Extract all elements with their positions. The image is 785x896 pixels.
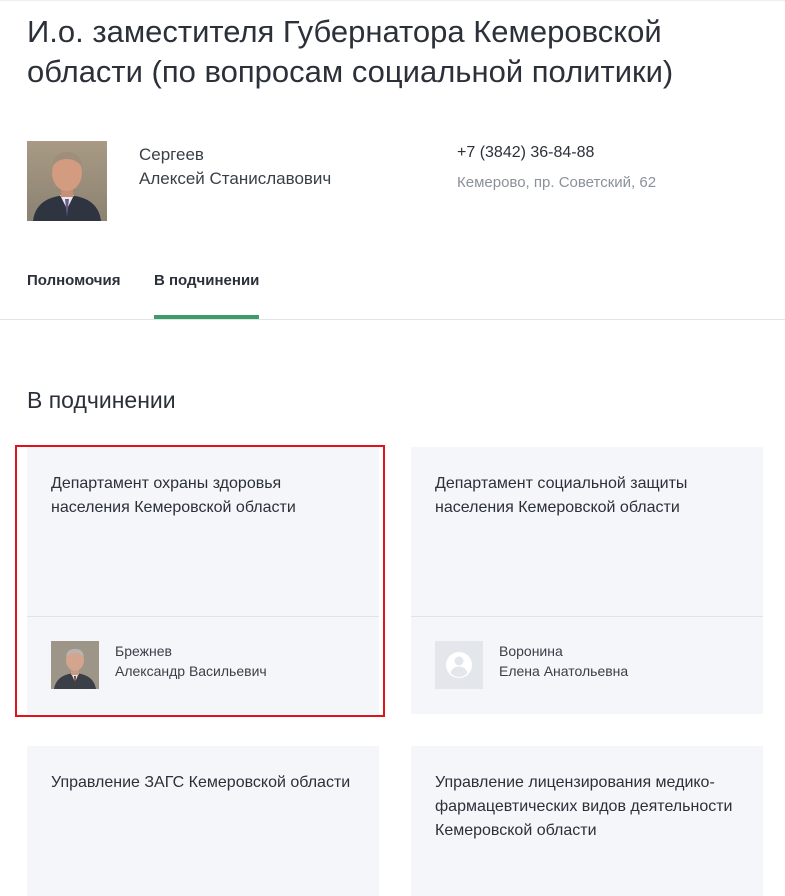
head-first-middle-name: Александр Васильевич: [115, 663, 267, 679]
section-title: В подчинении: [27, 387, 176, 413]
department-card[interactable]: Департамент охраны здоровья населения Ке…: [27, 447, 379, 714]
page-title: И.о. заместителя Губернатора Кемеровской…: [27, 14, 674, 89]
head-last-name: Воронина: [499, 643, 563, 659]
top-divider: [0, 0, 785, 1]
person-last-name: Сергеев: [139, 145, 204, 164]
card-divider: [411, 616, 763, 617]
user-placeholder-icon: [435, 641, 483, 689]
head-name: Воронина Елена Анатольевна: [499, 641, 628, 681]
department-card[interactable]: Управление ЗАГС Кемеровской области: [27, 746, 379, 896]
person-name: Сергеев Алексей Станиславович: [139, 143, 399, 191]
tabs-divider: [0, 319, 785, 320]
card-divider: [27, 616, 379, 617]
tab-subordinates[interactable]: В подчинении: [154, 272, 260, 319]
tab-authority[interactable]: Полномочия: [27, 272, 121, 318]
department-title: Департамент социальной защиты населения …: [435, 475, 688, 516]
phone-link[interactable]: +7 (3842) 36-84-88: [457, 143, 594, 163]
person-first-middle-name: Алексей Станиславович: [139, 169, 332, 188]
person-photo: [27, 141, 107, 221]
department-card[interactable]: Управление лицензирования медико-фармаце…: [411, 746, 763, 896]
head-last-name: Брежнев: [115, 643, 172, 659]
department-title: Управление ЗАГС Кемеровской области: [51, 774, 351, 791]
head-first-middle-name: Елена Анатольевна: [499, 663, 629, 679]
department-title: Департамент охраны здоровья населения Ке…: [51, 475, 296, 516]
department-card[interactable]: Департамент социальной защиты населения …: [411, 447, 763, 714]
head-name: Брежнев Александр Васильевич: [115, 641, 267, 681]
head-photo: [51, 641, 99, 689]
address-text: Кемерово, пр. Советский, 62: [457, 174, 657, 191]
department-title: Управление лицензирования медико-фармаце…: [435, 774, 733, 839]
